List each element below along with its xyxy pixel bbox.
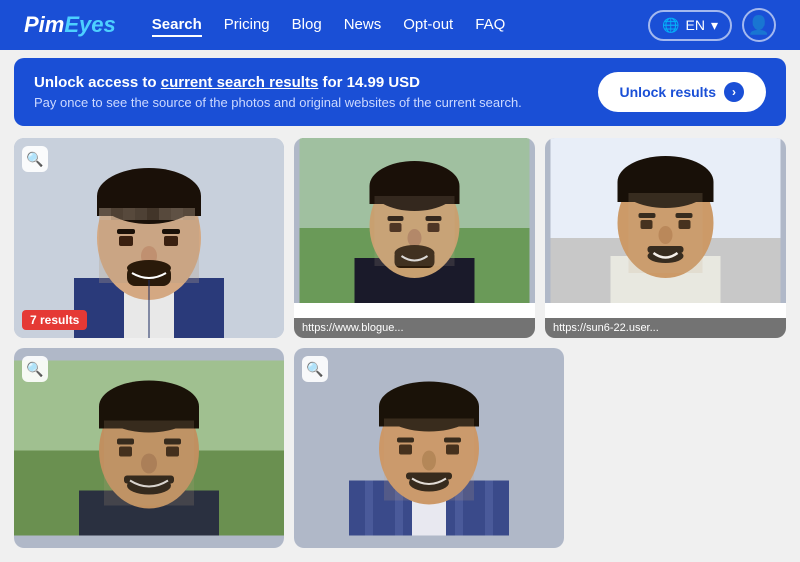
- globe-icon: 🌐: [662, 17, 679, 34]
- results-count-badge: 7 results: [22, 310, 87, 330]
- nav-search[interactable]: Search: [152, 14, 202, 37]
- nav-optout[interactable]: Opt-out: [403, 14, 453, 37]
- lang-label: EN: [686, 17, 705, 33]
- bottom-row: 🔍: [14, 348, 786, 548]
- result-card-1[interactable]: 🔍 7 results: [14, 138, 284, 338]
- language-button[interactable]: 🌐 EN ▾: [648, 10, 732, 41]
- face-image-2: [294, 138, 535, 303]
- face-image-3: [545, 138, 786, 303]
- face-image-5: [294, 348, 564, 548]
- banner-subtext: Pay once to see the source of the photos…: [34, 95, 522, 110]
- user-account-button[interactable]: 👤: [742, 8, 776, 42]
- header-right: 🌐 EN ▾ 👤: [648, 8, 776, 42]
- user-icon: 👤: [748, 15, 770, 36]
- logo[interactable]: PimEyes: [24, 12, 116, 38]
- result-card-3[interactable]: https://sun6-22.user...: [545, 138, 786, 338]
- url-badge-3: https://sun6-22.user...: [545, 318, 786, 338]
- card-icon-1: 🔍: [22, 146, 48, 172]
- main-header: PimEyes Search Pricing Blog News Opt-out…: [0, 0, 800, 50]
- banner-link[interactable]: current search results: [161, 74, 319, 91]
- nav-pricing[interactable]: Pricing: [224, 14, 270, 37]
- card-icon-4: 🔍: [22, 356, 48, 382]
- result-card-5[interactable]: 🔍: [294, 348, 564, 548]
- main-nav: Search Pricing Blog News Opt-out FAQ: [152, 14, 624, 37]
- nav-news[interactable]: News: [344, 14, 382, 37]
- chevron-down-icon: ▾: [711, 17, 718, 34]
- result-card-4[interactable]: 🔍: [14, 348, 284, 548]
- results-grid: 🔍 7 results: [0, 138, 800, 562]
- unlock-results-button[interactable]: Unlock results ›: [598, 72, 766, 112]
- face-image-1: [14, 138, 284, 338]
- nav-faq[interactable]: FAQ: [475, 14, 505, 37]
- result-card-2[interactable]: https://www.blogue...: [294, 138, 535, 338]
- card-icon-5: 🔍: [302, 356, 328, 382]
- image-search-icon-4: 🔍: [26, 361, 43, 378]
- banner-text: Unlock access to current search results …: [34, 74, 522, 110]
- image-search-icon: 🔍: [26, 151, 43, 168]
- banner-heading: Unlock access to current search results …: [34, 74, 522, 91]
- unlock-banner: Unlock access to current search results …: [14, 58, 786, 126]
- nav-blog[interactable]: Blog: [292, 14, 322, 37]
- image-search-icon-5: 🔍: [306, 361, 323, 378]
- url-badge-2: https://www.blogue...: [294, 318, 535, 338]
- arrow-icon: ›: [724, 82, 744, 102]
- face-image-4: [14, 348, 284, 548]
